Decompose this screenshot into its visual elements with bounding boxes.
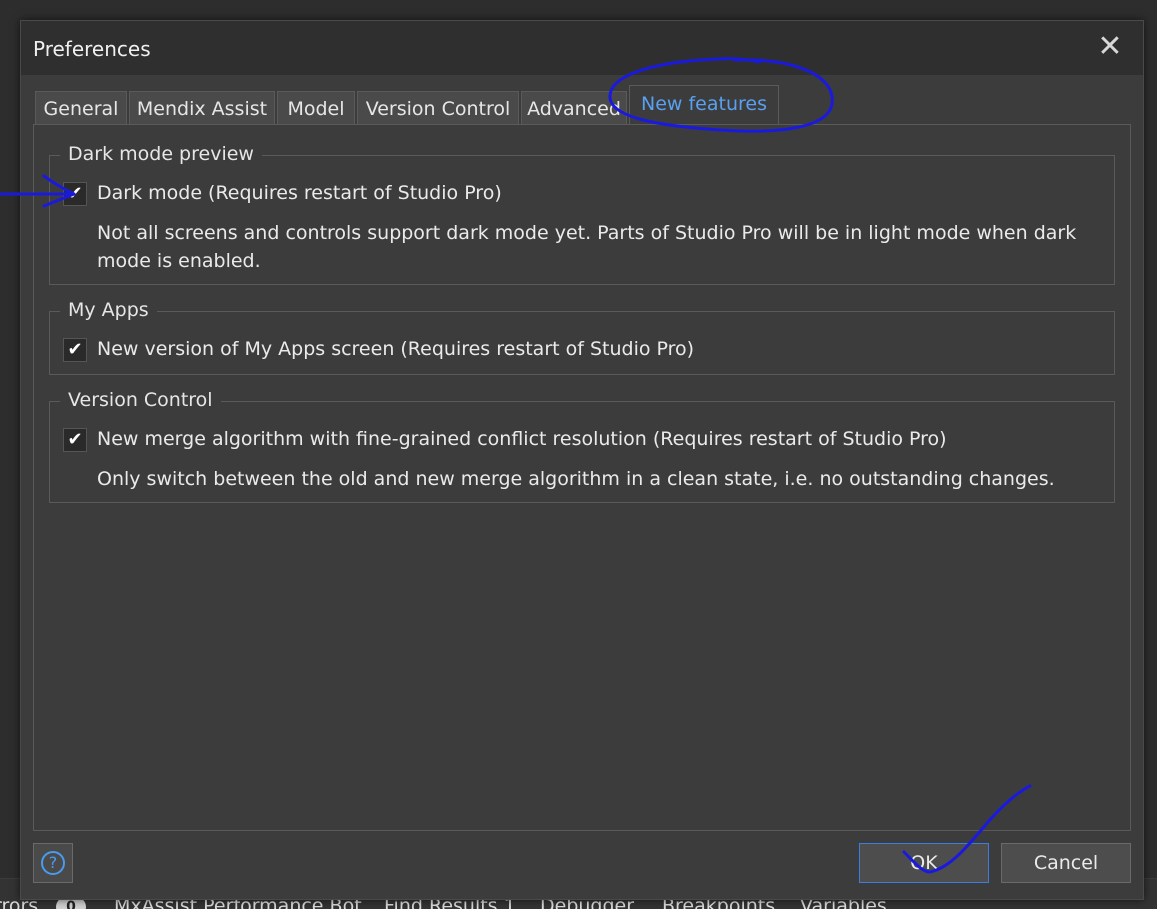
dark-mode-label[interactable]: Dark mode (Requires restart of Studio Pr…	[97, 182, 502, 204]
tab-general[interactable]: General	[35, 91, 127, 126]
help-button[interactable]: ?	[33, 843, 73, 883]
tab-new-features[interactable]: New features	[629, 85, 779, 126]
dark-mode-description: Not all screens and controls support dar…	[97, 222, 1077, 272]
tab-model[interactable]: Model	[277, 91, 355, 126]
dark-mode-checkbox[interactable]: ✔	[63, 182, 87, 206]
close-icon[interactable]: ✕	[1095, 32, 1125, 63]
group-title-my-apps: My Apps	[60, 299, 157, 321]
tab-content-panel: Dark mode preview ✔ Dark mode (Requires …	[33, 124, 1131, 831]
dialog-titlebar[interactable]: Preferences ✕	[21, 21, 1143, 75]
group-title-dark-mode: Dark mode preview	[60, 143, 262, 165]
group-my-apps: My Apps ✔ New version of My Apps screen …	[49, 299, 1115, 375]
help-icon: ?	[41, 851, 65, 875]
my-apps-checkbox[interactable]: ✔	[63, 338, 87, 362]
group-dark-mode-preview: Dark mode preview ✔ Dark mode (Requires …	[49, 143, 1115, 285]
my-apps-label[interactable]: New version of My Apps screen (Requires …	[97, 338, 694, 360]
cancel-button[interactable]: Cancel	[1001, 843, 1131, 883]
tab-version-control[interactable]: Version Control	[357, 91, 519, 126]
merge-algorithm-checkbox[interactable]: ✔	[63, 428, 87, 452]
dialog-title: Preferences	[33, 37, 151, 61]
group-title-version-control: Version Control	[60, 389, 221, 411]
tab-mendix-assist[interactable]: Mendix Assist	[129, 91, 275, 126]
preferences-dialog: Preferences ✕ General Mendix Assist Mode…	[20, 20, 1144, 900]
merge-algorithm-description: Only switch between the old and new merg…	[97, 468, 1055, 490]
group-version-control: Version Control ✔ New merge algorithm wi…	[49, 389, 1115, 503]
ok-button[interactable]: OK	[859, 843, 989, 883]
merge-algorithm-label[interactable]: New merge algorithm with fine-grained co…	[97, 428, 947, 450]
tab-advanced[interactable]: Advanced	[521, 91, 627, 126]
